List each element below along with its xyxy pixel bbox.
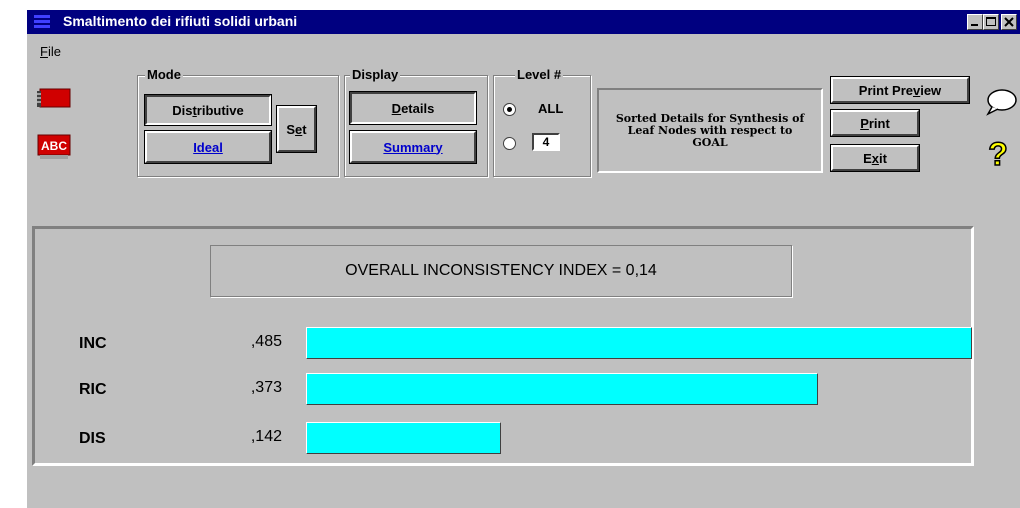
level-all-radio[interactable] xyxy=(503,103,516,116)
exit-label: Exit xyxy=(863,150,887,166)
menu-file[interactable]: File xyxy=(40,44,61,59)
svg-text:ABC: ABC xyxy=(41,139,67,153)
window-title: Smaltimento dei rifiuti solidi urbani xyxy=(63,13,298,29)
print-label: Print xyxy=(860,115,890,131)
row-bar xyxy=(306,422,501,454)
row-value: ,373 xyxy=(250,379,282,396)
app-menu-icon[interactable] xyxy=(33,13,51,31)
menu-file-label: File xyxy=(40,44,61,59)
svg-text:?: ? xyxy=(988,136,1008,171)
print-button[interactable]: Print xyxy=(830,109,920,137)
ideal-label: Ideal xyxy=(193,139,223,155)
details-button[interactable]: Details xyxy=(349,91,477,125)
summary-button[interactable]: Summary xyxy=(349,130,477,164)
help-question-icon[interactable]: ? xyxy=(984,135,1016,171)
mode-group-label: Mode xyxy=(145,67,183,82)
description-text: Sorted Details for Synthesis of Leaf Nod… xyxy=(615,111,805,149)
abc-icon[interactable]: ABC xyxy=(36,133,72,161)
inconsistency-index-text: OVERALL INCONSISTENCY INDEX = 0,14 xyxy=(345,262,657,279)
details-label: Details xyxy=(391,100,435,116)
row-value: ,142 xyxy=(250,428,282,445)
level-number-radio[interactable] xyxy=(503,137,516,150)
description-box: Sorted Details for Synthesis of Leaf Nod… xyxy=(597,88,823,173)
level-number-field[interactable]: 4 xyxy=(532,133,560,151)
row-label: RIC xyxy=(79,381,107,398)
set-button[interactable]: Set xyxy=(276,105,317,153)
print-preview-button[interactable]: Print Preview xyxy=(830,76,970,104)
close-icon xyxy=(1004,17,1014,27)
ideal-button[interactable]: Ideal xyxy=(144,130,272,164)
book-icon[interactable] xyxy=(36,86,72,110)
speech-bubble-icon[interactable] xyxy=(984,88,1018,116)
exit-button[interactable]: Exit xyxy=(830,144,920,172)
level-all-label: ALL xyxy=(538,101,564,116)
close-button[interactable] xyxy=(1001,14,1017,30)
title-bar: Smaltimento dei rifiuti solidi urbani xyxy=(27,10,1020,34)
display-group-label: Display xyxy=(350,67,401,82)
row-bar xyxy=(306,373,818,405)
level-group xyxy=(493,75,591,177)
level-group-label: Level # xyxy=(515,67,564,82)
menu-bar xyxy=(27,34,1020,56)
row-label: DIS xyxy=(79,430,106,447)
maximize-button[interactable] xyxy=(983,14,999,30)
maximize-icon xyxy=(986,17,996,26)
minimize-button[interactable] xyxy=(967,14,983,30)
summary-label: Summary xyxy=(383,139,443,155)
row-bar xyxy=(306,327,972,359)
minimize-icon xyxy=(971,24,978,26)
row-label: INC xyxy=(79,335,107,352)
print-preview-label: Print Preview xyxy=(858,82,942,98)
distributive-button[interactable]: Distributive xyxy=(144,94,272,126)
set-label: Set xyxy=(286,121,307,137)
inconsistency-index-box: OVERALL INCONSISTENCY INDEX = 0,14 xyxy=(210,245,792,297)
row-value: ,485 xyxy=(250,333,282,350)
distributive-label: Distributive xyxy=(172,102,244,118)
